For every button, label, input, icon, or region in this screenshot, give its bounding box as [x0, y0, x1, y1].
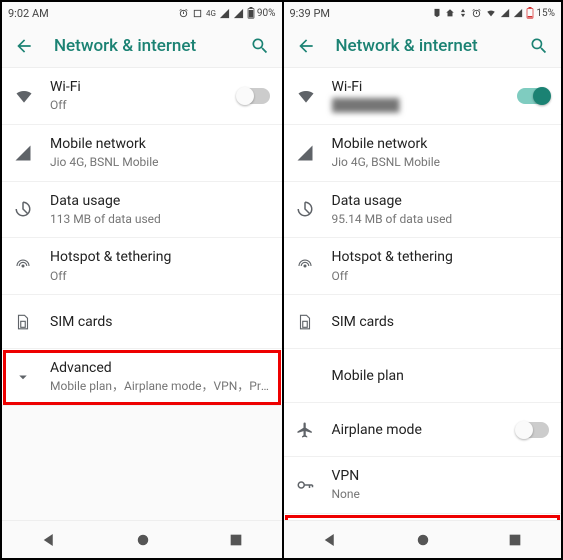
- airplane-icon: [296, 421, 314, 439]
- network-type: 4G: [206, 9, 216, 18]
- data-title: Data usage: [50, 192, 270, 210]
- battery-indicator: 90%: [247, 7, 276, 19]
- hotspot-sub: Off: [332, 269, 550, 285]
- data-sub: 113 MB of data used: [50, 212, 270, 228]
- status-indicators: 4G 90%: [178, 7, 276, 19]
- status-bar: 9:39 PM 15%: [284, 2, 562, 24]
- hotspot-icon: [296, 257, 314, 275]
- hotspot-row[interactable]: Hotspot & tethering Off: [284, 238, 562, 295]
- mobile-plan-row[interactable]: Mobile plan: [284, 349, 562, 403]
- update-icon: [458, 8, 468, 18]
- sim-cards-row[interactable]: SIM cards: [2, 295, 282, 349]
- battery-percent: 15%: [536, 8, 555, 19]
- nav-home-icon[interactable]: [134, 531, 152, 549]
- airplane-title: Airplane mode: [332, 421, 518, 439]
- nav-bar: [284, 520, 562, 558]
- app-bar: Network & internet: [284, 24, 562, 68]
- airplane-mode-row[interactable]: Airplane mode: [284, 403, 562, 457]
- battery-icon: [247, 7, 255, 19]
- wifi-title: Wi-Fi: [50, 78, 238, 96]
- hotspot-title: Hotspot & tethering: [50, 248, 270, 266]
- signal-icon: [500, 8, 510, 18]
- chevron-down-icon: [14, 368, 32, 386]
- airplane-toggle[interactable]: [517, 422, 549, 438]
- hotspot-sub: Off: [50, 269, 270, 285]
- signal-icon-2: [233, 8, 244, 19]
- notification-icon: [432, 8, 442, 18]
- hotspot-icon: [14, 257, 32, 275]
- wifi-icon: [14, 86, 34, 106]
- back-icon[interactable]: [296, 36, 316, 56]
- nav-home-icon[interactable]: [414, 531, 432, 549]
- search-icon[interactable]: [250, 36, 270, 56]
- data-sub: 95.14 MB of data used: [332, 212, 550, 228]
- mobile-plan-title: Mobile plan: [332, 367, 550, 385]
- signal-bars-icon: [296, 144, 314, 162]
- data-usage-row[interactable]: Data usage 95.14 MB of data used: [284, 182, 562, 239]
- hotspot-row[interactable]: Hotspot & tethering Off: [2, 238, 282, 295]
- wifi-row[interactable]: Wi-Fi Off: [2, 68, 282, 125]
- page-title: Network & internet: [54, 36, 230, 56]
- wifi-toggle[interactable]: [238, 88, 270, 104]
- wifi-sub: Off: [50, 98, 238, 114]
- battery-percent: 90%: [257, 8, 276, 19]
- advanced-row[interactable]: Advanced Mobile plan，Airplane mode，VPN，P…: [2, 349, 282, 406]
- mobile-title: Mobile network: [332, 135, 550, 153]
- search-icon[interactable]: [529, 36, 549, 56]
- vpn-row[interactable]: VPN None: [284, 457, 562, 514]
- wifi-sub-blurred: ████████: [332, 98, 518, 114]
- nav-recent-icon[interactable]: [228, 532, 244, 548]
- phone-right: 9:39 PM 15% Network & internet: [282, 2, 562, 558]
- signal-bars-icon: [14, 144, 32, 162]
- signal-icon-2: [513, 8, 523, 18]
- page-title: Network & internet: [336, 36, 510, 56]
- status-time: 9:02 AM: [8, 7, 49, 20]
- sim-icon: [14, 313, 32, 331]
- alarm-icon: [471, 8, 482, 19]
- data-title: Data usage: [332, 192, 550, 210]
- home-small-icon: [445, 8, 455, 18]
- wifi-status-icon: [485, 8, 497, 18]
- hotspot-title: Hotspot & tethering: [332, 248, 550, 266]
- advanced-sub: Mobile plan，Airplane mode，VPN，Priva…: [50, 379, 270, 395]
- sim-title: SIM cards: [332, 313, 550, 331]
- sim-icon: [296, 313, 314, 331]
- back-icon[interactable]: [14, 36, 34, 56]
- status-bar: 9:02 AM 4G 90%: [2, 2, 282, 24]
- nav-recent-icon[interactable]: [507, 532, 523, 548]
- signal-icon: [219, 8, 230, 19]
- nav-bar: [2, 520, 282, 558]
- data-usage-row[interactable]: Data usage 113 MB of data used: [2, 182, 282, 239]
- wifi-title: Wi-Fi: [332, 78, 518, 96]
- nav-back-icon[interactable]: [40, 531, 58, 549]
- data-usage-icon: [14, 200, 32, 218]
- vpn-title: VPN: [332, 467, 550, 485]
- phone-left: 9:02 AM 4G 90% Network & internet: [2, 2, 282, 558]
- nfc-icon: [192, 8, 203, 19]
- sim-cards-row[interactable]: SIM cards: [284, 295, 562, 349]
- mobile-sub: Jio 4G, BSNL Mobile: [50, 155, 270, 171]
- nav-back-icon[interactable]: [321, 531, 339, 549]
- advanced-title: Advanced: [50, 359, 270, 377]
- app-bar: Network & internet: [2, 24, 282, 68]
- mobile-network-row[interactable]: Mobile network Jio 4G, BSNL Mobile: [2, 125, 282, 182]
- mobile-title: Mobile network: [50, 135, 270, 153]
- wifi-row[interactable]: Wi-Fi ████████: [284, 68, 562, 125]
- vpn-key-icon: [296, 476, 314, 494]
- battery-low-icon: [526, 7, 534, 19]
- sim-title: SIM cards: [50, 313, 270, 331]
- status-time: 9:39 PM: [290, 7, 330, 20]
- battery-indicator: 15%: [526, 7, 555, 19]
- alarm-icon: [178, 8, 189, 19]
- status-indicators: 15%: [432, 7, 555, 19]
- mobile-network-row[interactable]: Mobile network Jio 4G, BSNL Mobile: [284, 125, 562, 182]
- mobile-sub: Jio 4G, BSNL Mobile: [332, 155, 550, 171]
- data-usage-icon: [296, 200, 314, 218]
- wifi-toggle[interactable]: [517, 88, 549, 104]
- wifi-icon: [296, 86, 316, 106]
- vpn-sub: None: [332, 487, 550, 503]
